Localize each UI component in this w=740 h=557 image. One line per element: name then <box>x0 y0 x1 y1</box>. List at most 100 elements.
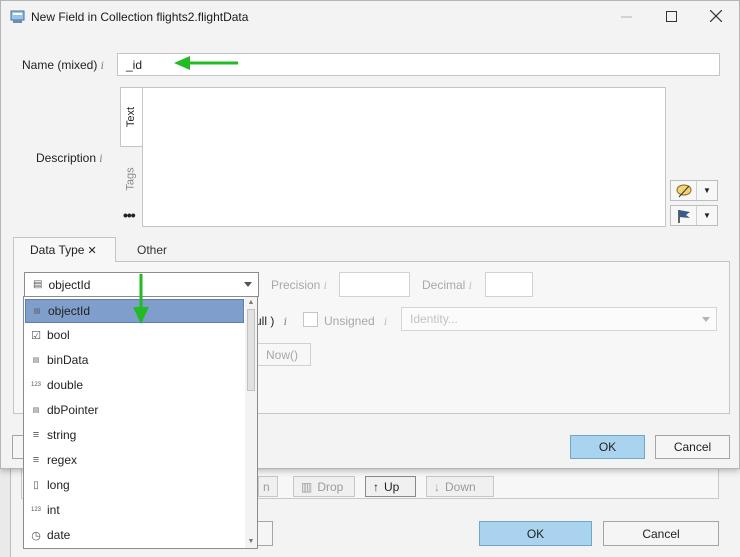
info-icon: i <box>283 317 287 328</box>
list-item-label: regex <box>47 453 78 467</box>
info-icon: i <box>323 281 327 292</box>
identity-placeholder: Identity... <box>410 312 458 326</box>
maximize-icon <box>665 10 677 22</box>
tab-text[interactable]: Text <box>120 87 142 147</box>
db-icon: ▤ <box>33 308 41 315</box>
unsigned-checkbox[interactable] <box>303 312 318 327</box>
comment-icon <box>671 181 697 200</box>
cancel-label: Cancel <box>673 440 712 454</box>
dropdown-scrollbar[interactable]: ▲ ▼ <box>245 297 257 548</box>
scroll-down-icon[interactable]: ▼ <box>247 538 255 546</box>
parent-up-label: Up <box>384 479 400 494</box>
list-item-double[interactable]: 123 double <box>25 373 244 397</box>
list-item-int[interactable]: 123 int <box>25 498 244 522</box>
tab-tags-label: Tags <box>125 167 137 191</box>
info-icon: i <box>99 154 103 165</box>
app-icon <box>10 10 25 23</box>
tab-other[interactable]: Other <box>121 237 183 262</box>
parent-down-button[interactable]: ↓ Down <box>426 476 494 497</box>
minimize-button[interactable] <box>603 1 649 31</box>
list-item-label: int <box>47 503 60 517</box>
parent-up-button[interactable]: ↑ Up <box>365 476 416 497</box>
identity-select[interactable]: Identity... <box>401 307 717 331</box>
now-label: Now() <box>266 347 298 362</box>
tab-tags[interactable]: Tags <box>120 149 142 209</box>
flag-dropdown-button[interactable]: ▼ <box>670 205 718 226</box>
decimal-label: Decimal i <box>422 278 472 292</box>
list-item-label: objectId <box>48 304 91 318</box>
decimal-input[interactable] <box>485 272 533 297</box>
text-lines-icon: ≡ <box>32 454 40 466</box>
description-label-text: Description <box>36 151 97 165</box>
clock-icon: ◷ <box>31 529 41 542</box>
close-button[interactable] <box>693 1 739 31</box>
unsigned-label: Unsigned i <box>324 314 387 328</box>
more-button[interactable]: ••• <box>123 207 136 223</box>
tab-data-type[interactable]: Data Type ✕ <box>13 237 116 262</box>
maximize-button[interactable] <box>648 1 694 31</box>
decimal-label-text: Decimal <box>422 278 466 292</box>
name-label-text: Name (mixed) <box>22 58 98 72</box>
annotation-arrow-left-icon <box>174 56 238 70</box>
tab-other-label: Other <box>137 242 168 257</box>
parent-cancel-label: Cancel <box>642 526 680 541</box>
list-item-string[interactable]: ≡ string <box>25 423 244 447</box>
now-button[interactable]: Now() <box>253 343 311 366</box>
data-type-selected-value: objectId <box>48 277 91 292</box>
tab-text-label: Text <box>125 106 138 128</box>
parent-left-button[interactable] <box>256 521 273 546</box>
close-icon <box>710 10 722 22</box>
description-vertical-tabs: Text Tags <box>120 87 142 227</box>
ok-button[interactable]: OK <box>570 435 645 459</box>
list-item-label: binData <box>47 353 89 367</box>
precision-label-text: Precision <box>271 278 321 292</box>
arrow-up-icon: ↑ <box>373 479 379 494</box>
tab-data-type-label: Data Type <box>30 243 85 257</box>
chevron-down-icon: ▼ <box>703 211 711 220</box>
parent-drop-button[interactable]: ▥ Drop <box>293 476 355 497</box>
parent-drop-label: Drop <box>317 479 344 494</box>
info-icon: i <box>100 61 104 72</box>
close-tab-icon[interactable]: ✕ <box>87 244 96 257</box>
list-item-date[interactable]: ◷ date <box>25 523 244 547</box>
list-item-bool[interactable]: ☑ bool <box>25 323 244 347</box>
parent-ok-button[interactable]: OK <box>479 521 592 546</box>
list-item-regex[interactable]: ≡ regex <box>25 448 244 472</box>
title-bar: New Field in Collection flights2.flightD… <box>1 1 739 31</box>
list-item-dbpointer[interactable]: ▤ dbPointer <box>25 398 244 422</box>
parent-ok-label: OK <box>526 526 545 541</box>
number-icon: 123 <box>31 382 42 388</box>
parent-cancel-button[interactable]: Cancel <box>603 521 719 546</box>
list-item-bindata[interactable]: ▤ binData <box>25 348 244 372</box>
number-icon: 123 <box>31 507 42 513</box>
unsigned-label-text: Unsigned <box>324 314 375 328</box>
db-icon: ▤ <box>33 279 43 290</box>
list-item-label: string <box>47 428 77 442</box>
list-item-label: double <box>47 378 84 392</box>
db-icon: ▤ <box>32 357 40 364</box>
list-item-label: bool <box>47 328 70 342</box>
annotation-arrow-down-icon <box>133 274 149 324</box>
parent-partial-button[interactable]: n <box>258 476 278 497</box>
scroll-up-icon[interactable]: ▲ <box>247 299 255 307</box>
precision-label: Precision i <box>271 278 327 292</box>
description-textarea[interactable] <box>142 87 666 227</box>
data-type-dropdown-list[interactable]: ▤ objectId ☑ bool ▤ binData 123 double ▤… <box>23 296 258 549</box>
precision-input[interactable] <box>339 272 410 297</box>
ok-label: OK <box>598 440 617 454</box>
name-label: Name (mixed) i <box>22 58 104 72</box>
parent-down-label: Down <box>445 479 476 494</box>
chevron-down-icon: ▼ <box>703 186 711 195</box>
document-icon: ▯ <box>33 479 39 491</box>
minimize-icon <box>620 16 632 17</box>
scroll-thumb[interactable] <box>247 309 255 391</box>
info-icon: i <box>384 317 388 328</box>
text-lines-icon: ≡ <box>32 429 40 441</box>
list-item-label: dbPointer <box>47 403 99 417</box>
list-item-long[interactable]: ▯ long <box>25 473 244 497</box>
list-item-label: long <box>47 478 70 492</box>
db-icon: ▤ <box>32 407 40 414</box>
comment-dropdown-button[interactable]: ▼ <box>670 180 718 201</box>
cancel-button[interactable]: Cancel <box>655 435 730 459</box>
chevron-down-icon <box>702 317 710 322</box>
